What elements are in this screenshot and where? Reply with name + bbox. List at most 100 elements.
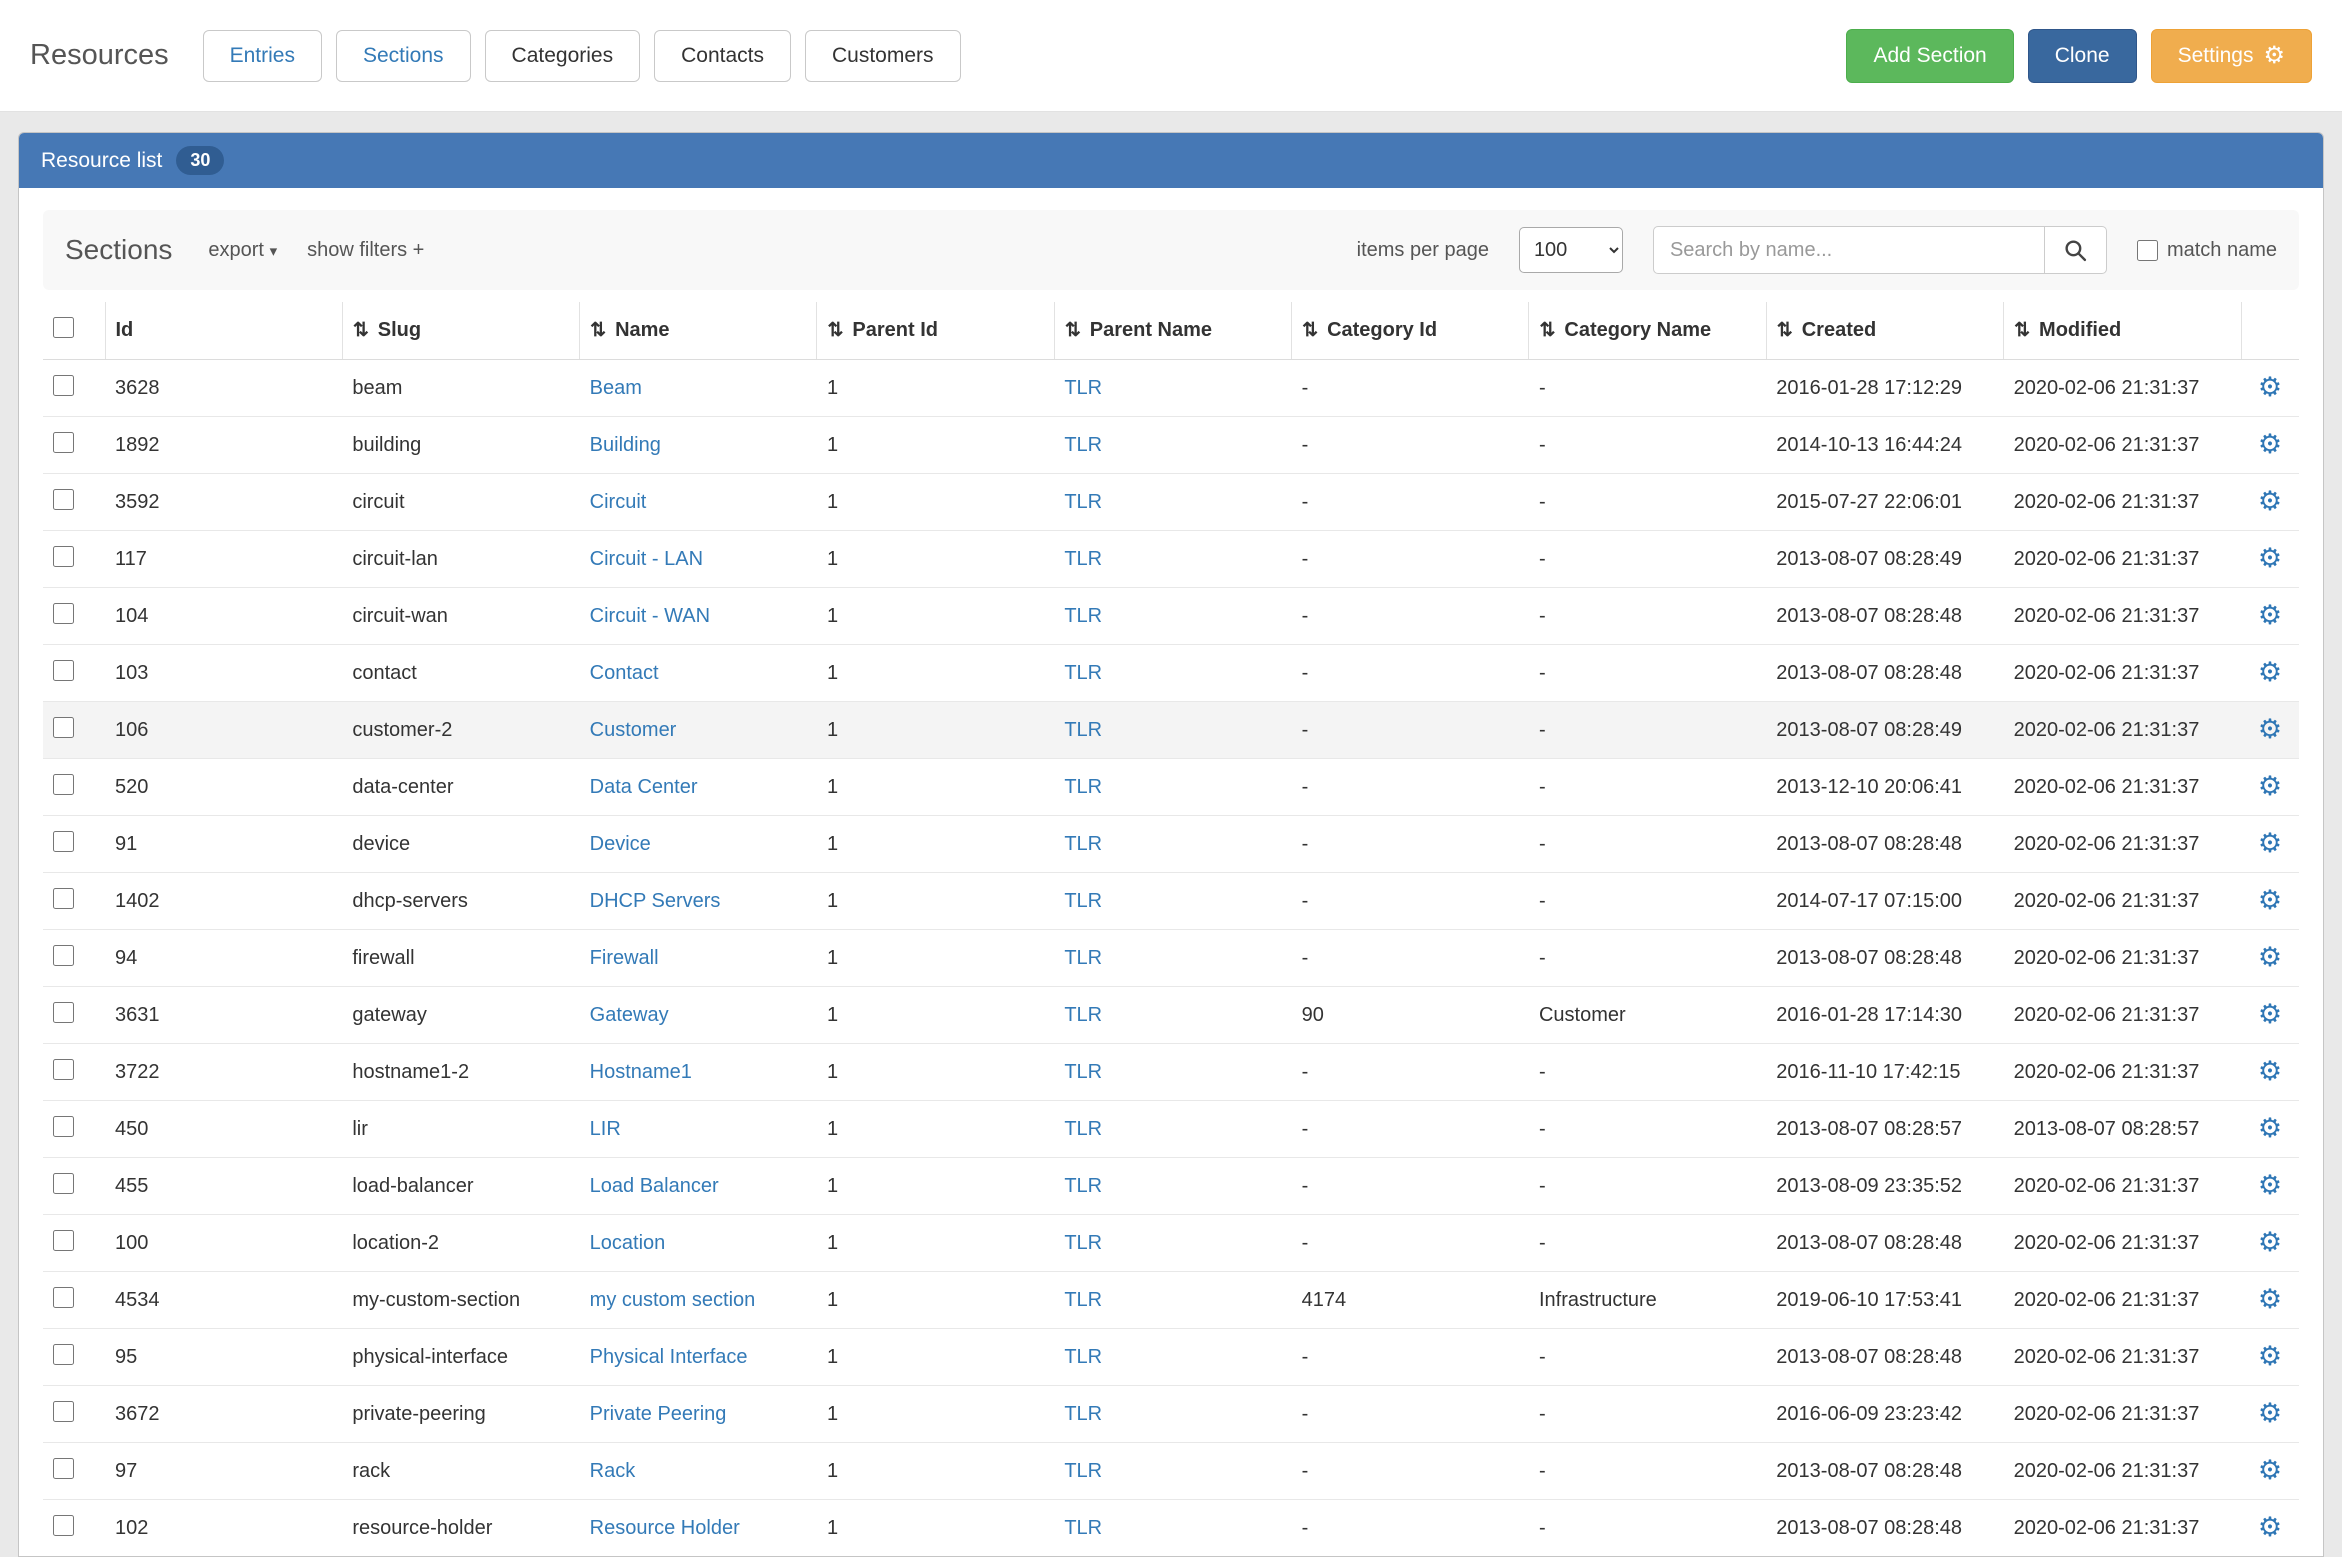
cell-parent-name-link[interactable]: TLR <box>1064 1346 1102 1368</box>
tab-customers[interactable]: Customers <box>805 30 961 82</box>
match-name-option[interactable]: match name <box>2137 239 2277 262</box>
row-settings-gear-icon[interactable]: ⚙ <box>2258 1457 2282 1484</box>
column-header-category-id[interactable]: ⇅Category Id <box>1292 302 1529 360</box>
row-checkbox[interactable] <box>53 1458 74 1479</box>
row-settings-gear-icon[interactable]: ⚙ <box>2258 1058 2282 1085</box>
column-header-parent-id[interactable]: ⇅Parent Id <box>817 302 1054 360</box>
cell-parent-name-link[interactable]: TLR <box>1064 1517 1102 1539</box>
column-header-slug[interactable]: ⇅Slug <box>342 302 579 360</box>
cell-name-link[interactable]: Hostname1 <box>590 1061 692 1083</box>
cell-name-link[interactable]: Firewall <box>590 947 659 969</box>
cell-name-link[interactable]: DHCP Servers <box>590 890 721 912</box>
row-checkbox[interactable] <box>53 945 74 966</box>
row-settings-gear-icon[interactable]: ⚙ <box>2258 1400 2282 1427</box>
column-header-parent-name[interactable]: ⇅Parent Name <box>1054 302 1291 360</box>
column-header-created[interactable]: ⇅Created <box>1766 302 2003 360</box>
cell-parent-name-link[interactable]: TLR <box>1064 434 1102 456</box>
tab-contacts[interactable]: Contacts <box>654 30 791 82</box>
sort-icon[interactable]: ⇅ <box>590 320 606 341</box>
row-checkbox[interactable] <box>53 1287 74 1308</box>
add-section-button[interactable]: Add Section <box>1846 29 2013 83</box>
cell-name-link[interactable]: Beam <box>590 377 642 399</box>
cell-parent-name-link[interactable]: TLR <box>1064 719 1102 741</box>
cell-name-link[interactable]: my custom section <box>590 1289 756 1311</box>
settings-button[interactable]: Settings⚙ <box>2151 29 2312 83</box>
cell-name-link[interactable]: Physical Interface <box>590 1346 748 1368</box>
row-checkbox[interactable] <box>53 546 74 567</box>
column-header-modified[interactable]: ⇅Modified <box>2004 302 2241 360</box>
tab-sections[interactable]: Sections <box>336 30 471 82</box>
tab-entries[interactable]: Entries <box>203 30 322 82</box>
row-settings-gear-icon[interactable]: ⚙ <box>2258 944 2282 971</box>
cell-parent-name-link[interactable]: TLR <box>1064 1118 1102 1140</box>
match-name-checkbox[interactable] <box>2137 240 2158 261</box>
row-settings-gear-icon[interactable]: ⚙ <box>2258 431 2282 458</box>
sort-icon[interactable]: ⇅ <box>827 320 843 341</box>
row-checkbox[interactable] <box>53 717 74 738</box>
cell-name-link[interactable]: Resource Holder <box>590 1517 740 1539</box>
row-checkbox[interactable] <box>53 1401 74 1422</box>
row-settings-gear-icon[interactable]: ⚙ <box>2258 1115 2282 1142</box>
cell-parent-name-link[interactable]: TLR <box>1064 662 1102 684</box>
cell-name-link[interactable]: Building <box>590 434 661 456</box>
row-checkbox[interactable] <box>53 1230 74 1251</box>
export-dropdown[interactable]: export ▾ <box>208 239 277 262</box>
row-checkbox[interactable] <box>53 888 74 909</box>
row-checkbox[interactable] <box>53 831 74 852</box>
row-checkbox[interactable] <box>53 1515 74 1536</box>
cell-name-link[interactable]: Location <box>590 1232 666 1254</box>
row-settings-gear-icon[interactable]: ⚙ <box>2258 773 2282 800</box>
row-checkbox[interactable] <box>53 489 74 510</box>
column-header-category-name[interactable]: ⇅Category Name <box>1529 302 1766 360</box>
row-checkbox[interactable] <box>53 1059 74 1080</box>
cell-parent-name-link[interactable]: TLR <box>1064 605 1102 627</box>
cell-parent-name-link[interactable]: TLR <box>1064 377 1102 399</box>
cell-parent-name-link[interactable]: TLR <box>1064 1460 1102 1482</box>
cell-parent-name-link[interactable]: TLR <box>1064 1004 1102 1026</box>
cell-parent-name-link[interactable]: TLR <box>1064 491 1102 513</box>
cell-name-link[interactable]: Circuit - LAN <box>590 548 703 570</box>
row-checkbox[interactable] <box>53 432 74 453</box>
row-checkbox[interactable] <box>53 660 74 681</box>
cell-parent-name-link[interactable]: TLR <box>1064 833 1102 855</box>
cell-name-link[interactable]: LIR <box>590 1118 621 1140</box>
row-checkbox[interactable] <box>53 1002 74 1023</box>
row-settings-gear-icon[interactable]: ⚙ <box>2258 1001 2282 1028</box>
cell-parent-name-link[interactable]: TLR <box>1064 890 1102 912</box>
cell-name-link[interactable]: Data Center <box>590 776 698 798</box>
row-settings-gear-icon[interactable]: ⚙ <box>2258 830 2282 857</box>
tab-categories[interactable]: Categories <box>485 30 641 82</box>
cell-name-link[interactable]: Circuit <box>590 491 647 513</box>
row-checkbox[interactable] <box>53 603 74 624</box>
row-settings-gear-icon[interactable]: ⚙ <box>2258 887 2282 914</box>
row-settings-gear-icon[interactable]: ⚙ <box>2258 1229 2282 1256</box>
row-checkbox[interactable] <box>53 1344 74 1365</box>
cell-parent-name-link[interactable]: TLR <box>1064 776 1102 798</box>
clone-button[interactable]: Clone <box>2028 29 2137 83</box>
sort-icon[interactable]: ⇅ <box>1065 320 1081 341</box>
row-settings-gear-icon[interactable]: ⚙ <box>2258 716 2282 743</box>
row-settings-gear-icon[interactable]: ⚙ <box>2258 545 2282 572</box>
cell-name-link[interactable]: Rack <box>590 1460 636 1482</box>
cell-name-link[interactable]: Contact <box>590 662 659 684</box>
row-settings-gear-icon[interactable]: ⚙ <box>2258 1343 2282 1370</box>
search-button[interactable] <box>2045 226 2107 274</box>
cell-parent-name-link[interactable]: TLR <box>1064 947 1102 969</box>
row-checkbox[interactable] <box>53 774 74 795</box>
cell-parent-name-link[interactable]: TLR <box>1064 548 1102 570</box>
column-header-name[interactable]: ⇅Name <box>580 302 817 360</box>
cell-name-link[interactable]: Customer <box>590 719 677 741</box>
sort-icon[interactable]: ⇅ <box>2014 320 2030 341</box>
sort-icon[interactable]: ⇅ <box>1777 320 1793 341</box>
cell-parent-name-link[interactable]: TLR <box>1064 1175 1102 1197</box>
sort-icon[interactable]: ⇅ <box>1302 320 1318 341</box>
row-settings-gear-icon[interactable]: ⚙ <box>2258 374 2282 401</box>
search-input[interactable] <box>1653 226 2045 274</box>
cell-name-link[interactable]: Circuit - WAN <box>590 605 710 627</box>
items-per-page-select[interactable]: 100 <box>1519 227 1623 273</box>
row-checkbox[interactable] <box>53 1116 74 1137</box>
row-settings-gear-icon[interactable]: ⚙ <box>2258 488 2282 515</box>
column-header-id[interactable]: Id <box>105 302 342 360</box>
show-filters-toggle[interactable]: show filters + <box>307 239 424 262</box>
select-all-checkbox[interactable] <box>53 317 74 338</box>
